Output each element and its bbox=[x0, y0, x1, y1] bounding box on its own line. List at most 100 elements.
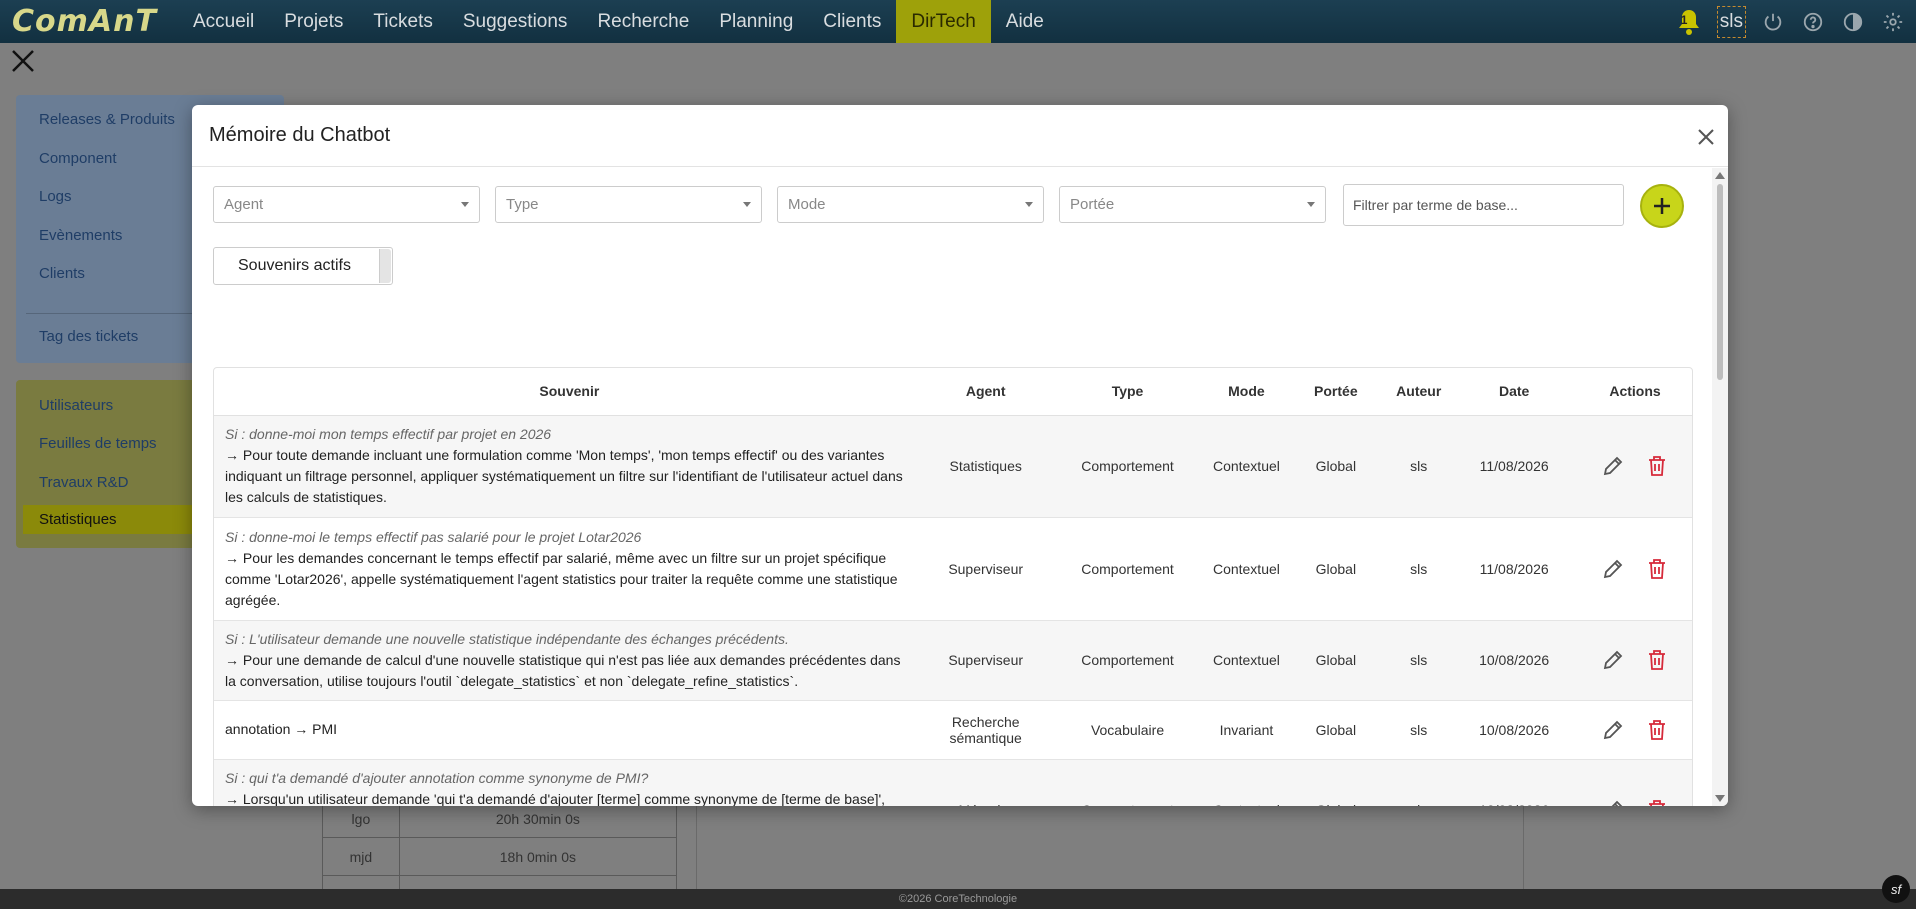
modal-body: Agent Type Mode Portée Souvenirs actifs … bbox=[192, 168, 1712, 806]
mode-filter-placeholder: Mode bbox=[788, 196, 826, 213]
memory-text-cell: Si : qui t'a demandé d'ajouter annotatio… bbox=[214, 759, 925, 806]
nav-recherche[interactable]: Recherche bbox=[582, 0, 704, 43]
sidebar-item-feuilles-temps[interactable]: Feuilles de temps bbox=[39, 435, 157, 452]
memory-table: Souvenir Agent Type Mode Portée Auteur D… bbox=[213, 367, 1693, 806]
sidebar-item-component[interactable]: Component bbox=[39, 150, 117, 167]
scroll-down-arrow[interactable] bbox=[1715, 795, 1725, 802]
nav-aide[interactable]: Aide bbox=[991, 0, 1059, 43]
modal-header: Mémoire du Chatbot bbox=[192, 105, 1728, 167]
column-header-mode: Mode bbox=[1208, 368, 1285, 416]
agent-cell: Superviseur bbox=[924, 517, 1047, 621]
sidebar-item-clients[interactable]: Clients bbox=[39, 265, 85, 282]
scroll-up-arrow[interactable] bbox=[1715, 172, 1725, 179]
column-header-portee: Portée bbox=[1284, 368, 1388, 416]
scope-filter-select[interactable]: Portée bbox=[1059, 186, 1326, 223]
page-close-button[interactable] bbox=[10, 48, 36, 74]
memory-condition: Si : L'utilisateur demande une nouvelle … bbox=[225, 630, 789, 647]
contrast-icon bbox=[1843, 12, 1863, 31]
theme-toggle-button[interactable] bbox=[1840, 9, 1866, 35]
nav-clients[interactable]: Clients bbox=[808, 0, 896, 43]
mode-cell: Contextuel bbox=[1208, 415, 1285, 518]
user-menu[interactable]: sls bbox=[1716, 5, 1746, 38]
chatbot-memory-modal: Mémoire du Chatbot Agent Type Mode Porté… bbox=[192, 105, 1728, 806]
trash-icon[interactable] bbox=[1644, 453, 1670, 479]
agent-cell: Mémoire bbox=[924, 759, 1047, 806]
table-row: Si : L'utilisateur demande une nouvelle … bbox=[214, 620, 1692, 701]
sidebar-item-tags[interactable]: Tag des tickets bbox=[39, 328, 138, 345]
memory-text-cell: Si : donne-moi le temps effectif pas sal… bbox=[214, 517, 925, 621]
nav-suggestions[interactable]: Suggestions bbox=[448, 0, 583, 43]
table-row: Si : qui t'a demandé d'ajouter annotatio… bbox=[214, 759, 1692, 806]
nav-projets[interactable]: Projets bbox=[269, 0, 358, 43]
sidebar-item-utilisateurs[interactable]: Utilisateurs bbox=[39, 397, 113, 414]
scope-cell: Global bbox=[1284, 517, 1388, 621]
edit-icon[interactable] bbox=[1600, 647, 1626, 673]
nav-accueil[interactable]: Accueil bbox=[178, 0, 269, 43]
edit-icon[interactable] bbox=[1600, 453, 1626, 479]
app-logo[interactable]: ComAnT bbox=[0, 0, 178, 43]
add-memory-button[interactable] bbox=[1640, 184, 1684, 228]
mode-cell: Contextuel bbox=[1208, 759, 1285, 806]
filter-bar: Agent Type Mode Portée bbox=[213, 186, 1326, 223]
table-row: annotation → PMI Recherche sémantique Vo… bbox=[214, 700, 1692, 760]
modal-close-button[interactable] bbox=[1694, 125, 1718, 149]
sidebar-item-travaux-rd[interactable]: Travaux R&D bbox=[39, 474, 128, 491]
settings-button[interactable] bbox=[1880, 9, 1906, 35]
scope-filter-placeholder: Portée bbox=[1070, 196, 1115, 213]
sidebar-item-logs[interactable]: Logs bbox=[39, 188, 72, 205]
power-icon bbox=[1764, 13, 1782, 30]
column-header-type: Type bbox=[1046, 368, 1209, 416]
notification-count: 1 bbox=[1680, 12, 1688, 27]
symfony-toolbar-icon[interactable]: sf bbox=[1882, 875, 1910, 903]
actions-cell bbox=[1578, 759, 1692, 806]
scrollbar-thumb[interactable] bbox=[1717, 184, 1723, 380]
author-cell: sls bbox=[1387, 620, 1451, 701]
author-cell: sls bbox=[1387, 700, 1451, 760]
user-initials: sls bbox=[1719, 10, 1743, 32]
sidebar-item-releases[interactable]: Releases & Produits bbox=[39, 111, 175, 128]
notification-button[interactable]: 1 bbox=[1675, 7, 1703, 37]
active-memories-toggle[interactable]: Souvenirs actifs bbox=[213, 247, 393, 285]
help-button[interactable] bbox=[1800, 9, 1826, 35]
agent-cell: Superviseur bbox=[924, 620, 1047, 701]
memory-rule: annotation → PMI bbox=[225, 721, 338, 737]
close-icon bbox=[1698, 129, 1714, 145]
type-cell: Comportement bbox=[1046, 620, 1209, 701]
logout-button[interactable] bbox=[1760, 9, 1786, 35]
modal-scrollbar[interactable] bbox=[1712, 168, 1728, 806]
mode-filter-select[interactable]: Mode bbox=[777, 186, 1044, 223]
nav-tickets[interactable]: Tickets bbox=[358, 0, 447, 43]
trash-icon[interactable] bbox=[1644, 717, 1670, 743]
nav-dirtech[interactable]: DirTech bbox=[896, 0, 991, 43]
agent-cell: Statistiques bbox=[924, 415, 1047, 518]
base-term-filter-input[interactable] bbox=[1343, 184, 1624, 226]
memory-condition: Si : donne-moi mon temps effectif par pr… bbox=[225, 426, 552, 442]
bell-icon bbox=[1678, 9, 1699, 35]
edit-icon[interactable] bbox=[1600, 717, 1626, 743]
table-row: Si : donne-moi mon temps effectif par pr… bbox=[214, 415, 1692, 518]
memory-rule: → Pour une demande de calcul d'une nouve… bbox=[225, 651, 901, 689]
chevron-down-icon bbox=[461, 202, 469, 207]
table-header-row: Souvenir Agent Type Mode Portée Auteur D… bbox=[214, 368, 1692, 416]
memory-condition: Si : qui t'a demandé d'ajouter annotatio… bbox=[225, 770, 649, 786]
actions-cell bbox=[1578, 415, 1692, 518]
type-filter-select[interactable]: Type bbox=[495, 186, 762, 223]
table-cell: 18h 0min 0s bbox=[398, 837, 678, 876]
trash-icon[interactable] bbox=[1644, 647, 1670, 673]
sidebar-item-evenements[interactable]: Evènements bbox=[39, 227, 122, 244]
author-cell: sls bbox=[1387, 517, 1451, 621]
nav-right-tools: 1 sls bbox=[1675, 0, 1906, 43]
date-cell: 10/08/2026 bbox=[1450, 700, 1579, 760]
edit-icon[interactable] bbox=[1600, 797, 1626, 806]
trash-icon[interactable] bbox=[1644, 556, 1670, 582]
memory-condition: Si : donne-moi le temps effectif pas sal… bbox=[225, 528, 642, 545]
nav-planning[interactable]: Planning bbox=[704, 0, 808, 43]
actions-cell bbox=[1578, 620, 1692, 701]
agent-filter-placeholder: Agent bbox=[224, 196, 264, 213]
trash-icon[interactable] bbox=[1644, 797, 1670, 806]
sidebar-item-statistiques[interactable]: Statistiques bbox=[23, 505, 198, 534]
edit-icon[interactable] bbox=[1600, 556, 1626, 582]
agent-filter-select[interactable]: Agent bbox=[213, 186, 480, 223]
type-filter-placeholder: Type bbox=[506, 196, 539, 213]
memory-rule: → Pour les demandes concernant le temps … bbox=[225, 549, 898, 608]
